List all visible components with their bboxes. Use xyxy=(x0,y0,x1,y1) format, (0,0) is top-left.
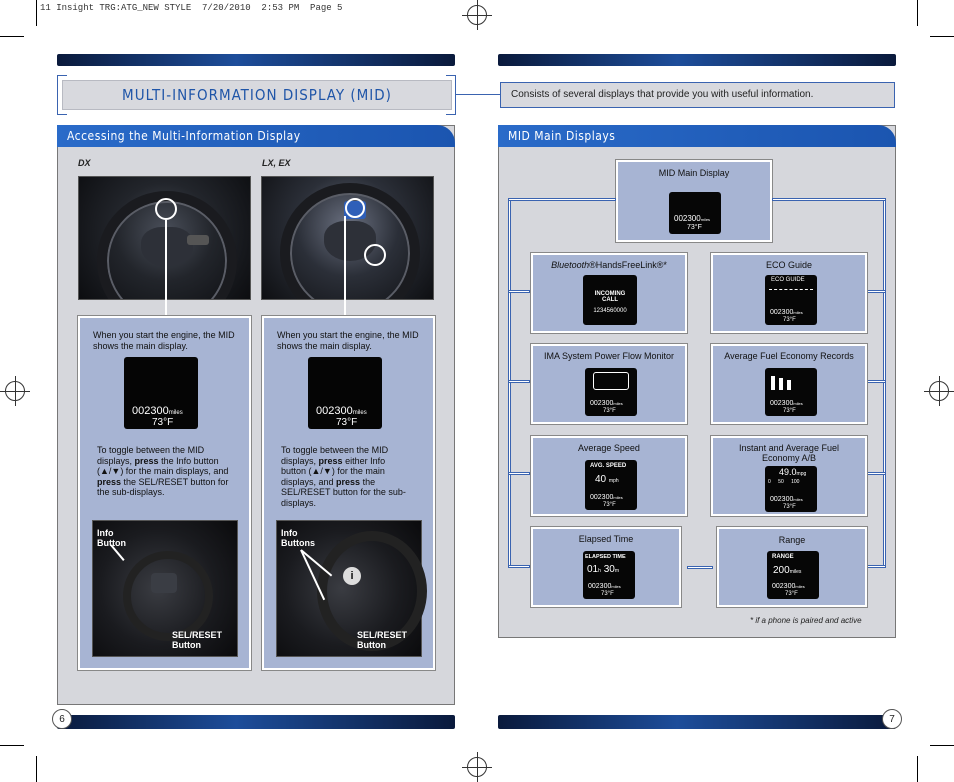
page-title: MULTI-INFORMATION DISPLAY (MID) xyxy=(62,80,452,110)
box-title: Bluetooth®HandsFreeLink®* xyxy=(551,260,667,270)
box-title: Range xyxy=(778,535,806,545)
odometer-unit: miles xyxy=(168,410,183,416)
flow-arrow xyxy=(866,472,886,475)
odometer-value: 002300 xyxy=(132,405,169,417)
box-title: IMA System Power Flow Monitor xyxy=(543,351,675,361)
flow-arrow xyxy=(866,565,886,568)
section-tab-mid-displays: MID Main Displays xyxy=(498,125,896,147)
flow-arrow xyxy=(866,290,886,293)
registration-mark-icon xyxy=(924,376,954,406)
crop-mark xyxy=(917,0,918,26)
mid-highlight-circle xyxy=(155,198,177,220)
crop-mark xyxy=(917,756,918,782)
page-number: 6 xyxy=(52,709,72,729)
box-title: MID Main Display xyxy=(658,168,730,178)
display-box-ima: IMA System Power Flow Monitor 002300mile… xyxy=(530,343,688,425)
footer-bar xyxy=(498,715,896,729)
footer-bar xyxy=(57,715,455,729)
bidirectional-arrow xyxy=(687,566,713,569)
mid-highlight-circle xyxy=(345,198,365,218)
odometer-unit: miles xyxy=(352,410,367,416)
lxex-steering-wheel-photo xyxy=(261,176,434,300)
flow-line-top-right xyxy=(772,198,886,201)
flow-line-top-left xyxy=(508,198,616,201)
page-number: 7 xyxy=(882,709,902,729)
mid-main-display-box: MID Main Display 002300miles 73°F xyxy=(615,159,773,243)
temperature-value: 73°F xyxy=(152,417,174,428)
section-tab-accessing: Accessing the Multi-Information Display xyxy=(57,125,455,147)
odometer-value: 002300 xyxy=(316,405,353,417)
flow-arrow xyxy=(508,472,530,475)
callout-line xyxy=(165,220,167,316)
crop-mark xyxy=(930,36,954,37)
print-slug: 11 Insight TRG:ATG_NEW STYLE 7/20/2010 2… xyxy=(40,3,343,13)
header-bar xyxy=(57,54,455,66)
trim-label-dx: DX xyxy=(78,158,91,168)
display-box-elapsed-time: Elapsed Time ELAPSED TIME 01h 30m 002300… xyxy=(530,526,682,608)
flow-arrow xyxy=(866,380,886,383)
box-title: ECO Guide xyxy=(765,260,813,270)
intro-text: Consists of several displays that provid… xyxy=(500,82,895,108)
registration-mark-icon xyxy=(462,752,492,782)
sel-reset-label: SEL/RESET Button xyxy=(172,630,223,650)
box-title: Average Fuel Economy Records xyxy=(724,351,854,361)
flow-arrow xyxy=(508,565,530,568)
toggle-instructions: To toggle between the MID displays, pres… xyxy=(281,445,406,508)
display-box-bluetooth: Bluetooth®HandsFreeLink®* INCOMING CALL … xyxy=(530,252,688,334)
registration-mark-icon xyxy=(0,376,30,406)
crop-mark xyxy=(36,0,37,26)
box-title: Instant and Average Fuel Economy A/B xyxy=(739,443,839,463)
display-box-range: Range RANGE 200miles 002300miles 73°F xyxy=(716,526,868,608)
toggle-instructions: To toggle between the MID displays, pres… xyxy=(97,445,229,497)
info-buttons-label: Info Buttons xyxy=(281,528,315,548)
box-title: Average Speed xyxy=(578,443,640,453)
temperature-value: 73°F xyxy=(336,417,358,428)
display-box-instant-fuel: Instant and Average Fuel Economy A/B 49.… xyxy=(710,435,868,517)
engine-start-text: When you start the engine, the MID shows… xyxy=(93,330,235,351)
engine-start-text: When you start the engine, the MID shows… xyxy=(277,330,419,351)
callout-line xyxy=(344,216,346,316)
display-box-average-speed: Average Speed AVG. SPEED 40 mph 002300mi… xyxy=(530,435,688,517)
box-title: Elapsed Time xyxy=(578,534,634,544)
display-box-eco-guide: ECO Guide ECO GUIDE 002300miles 73°F xyxy=(710,252,868,334)
display-box-fuel-records: Average Fuel Economy Records 002300miles… xyxy=(710,343,868,425)
sel-reset-label: SEL/RESET Button xyxy=(357,630,408,650)
mid-main-screen: 002300miles 73°F xyxy=(124,357,198,429)
crop-mark xyxy=(36,756,37,782)
connector-line xyxy=(456,94,500,95)
button-highlight-circle xyxy=(364,244,386,266)
crop-mark xyxy=(0,745,24,746)
flow-arrow xyxy=(508,290,530,293)
registration-mark-icon xyxy=(462,0,492,30)
footnote: * if a phone is paired and active xyxy=(750,616,862,625)
mid-main-screen: 002300miles 73°F xyxy=(308,357,382,429)
flow-arrow xyxy=(508,380,530,383)
crop-mark xyxy=(930,745,954,746)
trim-label-lxex: LX, EX xyxy=(262,158,291,168)
header-bar xyxy=(498,54,896,66)
crop-mark xyxy=(0,36,24,37)
